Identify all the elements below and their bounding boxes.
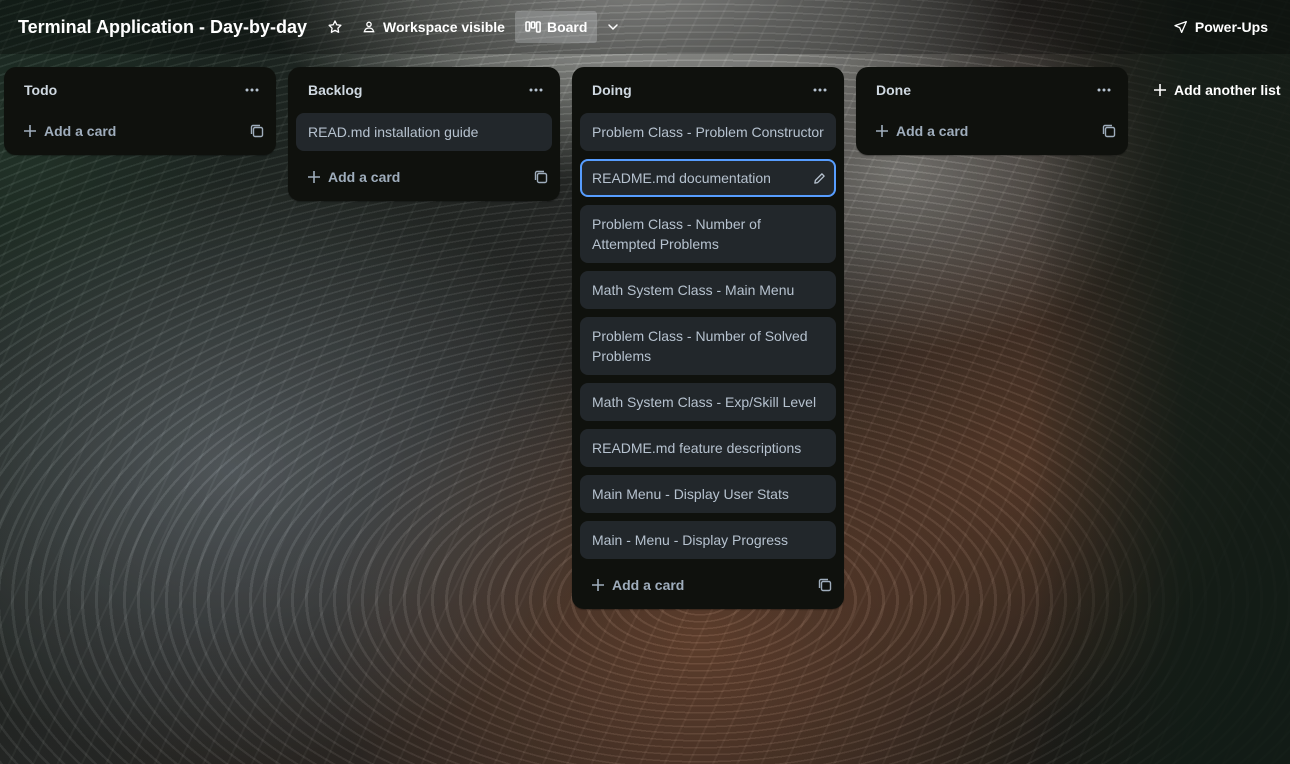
template-icon[interactable]	[250, 124, 264, 138]
list-done[interactable]: Done Add a card	[856, 67, 1128, 155]
list-title[interactable]: Todo	[24, 82, 236, 98]
chevron-down-icon	[608, 24, 619, 31]
add-list-label: Add another list	[1174, 82, 1281, 98]
template-icon[interactable]	[534, 170, 548, 184]
powerups-button[interactable]: Power-Ups	[1163, 11, 1278, 43]
card[interactable]: READ.md installation guide	[296, 113, 552, 151]
add-card-button[interactable]: Add a card	[12, 115, 268, 147]
list-header: Doing	[580, 67, 836, 113]
list-header: Backlog	[296, 67, 552, 113]
list-title[interactable]: Backlog	[308, 82, 520, 98]
list-title[interactable]: Done	[876, 82, 1088, 98]
card-selected[interactable]: README.md documentation	[580, 159, 836, 197]
add-card-button[interactable]: Add a card	[580, 569, 836, 601]
board-view-icon	[525, 21, 541, 33]
template-icon[interactable]	[1102, 124, 1116, 138]
plus-icon	[1154, 84, 1166, 96]
card[interactable]: Math System Class - Exp/Skill Level	[580, 383, 836, 421]
add-card-label: Add a card	[612, 577, 685, 593]
list-menu-button[interactable]	[1088, 74, 1120, 106]
rocket-icon	[1174, 21, 1187, 33]
list-header: Todo	[12, 67, 268, 113]
star-button[interactable]	[319, 11, 351, 43]
edit-card-button[interactable]	[813, 170, 826, 190]
card[interactable]: Problem Class - Problem Constructor	[580, 113, 836, 151]
list-menu-button[interactable]	[804, 74, 836, 106]
list-todo[interactable]: Todo Add a card	[4, 67, 276, 155]
board-header: Terminal Application - Day-by-day Worksp…	[0, 0, 1290, 54]
card[interactable]: Problem Class - Number of Attempted Prob…	[580, 205, 836, 263]
plus-icon	[592, 579, 604, 591]
list-title[interactable]: Doing	[592, 82, 804, 98]
card[interactable]: Main Menu - Display User Stats	[580, 475, 836, 513]
add-card-button[interactable]: Add a card	[864, 115, 1120, 147]
more-icon	[1097, 88, 1111, 92]
add-card-button[interactable]: Add a card	[296, 161, 552, 193]
card-list: Problem Class - Problem Constructor READ…	[580, 113, 836, 559]
list-backlog[interactable]: Backlog READ.md installation guide Add a…	[288, 67, 560, 201]
list-header: Done	[864, 67, 1120, 113]
board-title[interactable]: Terminal Application - Day-by-day	[18, 17, 307, 38]
more-icon	[245, 88, 259, 92]
more-icon	[529, 88, 543, 92]
add-card-label: Add a card	[896, 123, 969, 139]
add-card-label: Add a card	[44, 123, 117, 139]
plus-icon	[24, 125, 36, 137]
card[interactable]: Math System Class - Main Menu	[580, 271, 836, 309]
card[interactable]: Problem Class - Number of Solved Problem…	[580, 317, 836, 375]
list-menu-button[interactable]	[520, 74, 552, 106]
powerups-label: Power-Ups	[1194, 19, 1268, 35]
list-menu-button[interactable]	[236, 74, 268, 106]
view-label: Board	[546, 19, 588, 35]
card-title: README.md documentation	[592, 170, 771, 186]
pencil-icon	[814, 173, 825, 184]
visibility-label: Workspace visible	[383, 19, 505, 35]
visibility-button[interactable]: Workspace visible	[351, 11, 515, 43]
list-doing[interactable]: Doing Problem Class - Problem Constructo…	[572, 67, 844, 609]
plus-icon	[876, 125, 888, 137]
card[interactable]: README.md feature descriptions	[580, 429, 836, 467]
card[interactable]: Main - Menu - Display Progress	[580, 521, 836, 559]
add-list-button[interactable]: Add another list	[1148, 74, 1288, 106]
add-card-label: Add a card	[328, 169, 401, 185]
template-icon[interactable]	[818, 578, 832, 592]
plus-icon	[308, 171, 320, 183]
more-icon	[813, 88, 827, 92]
card-list: READ.md installation guide	[296, 113, 552, 151]
star-icon	[328, 20, 342, 33]
view-board-button[interactable]: Board	[514, 11, 598, 43]
workspace-people-icon	[363, 21, 375, 33]
view-switcher-button[interactable]	[597, 11, 629, 43]
